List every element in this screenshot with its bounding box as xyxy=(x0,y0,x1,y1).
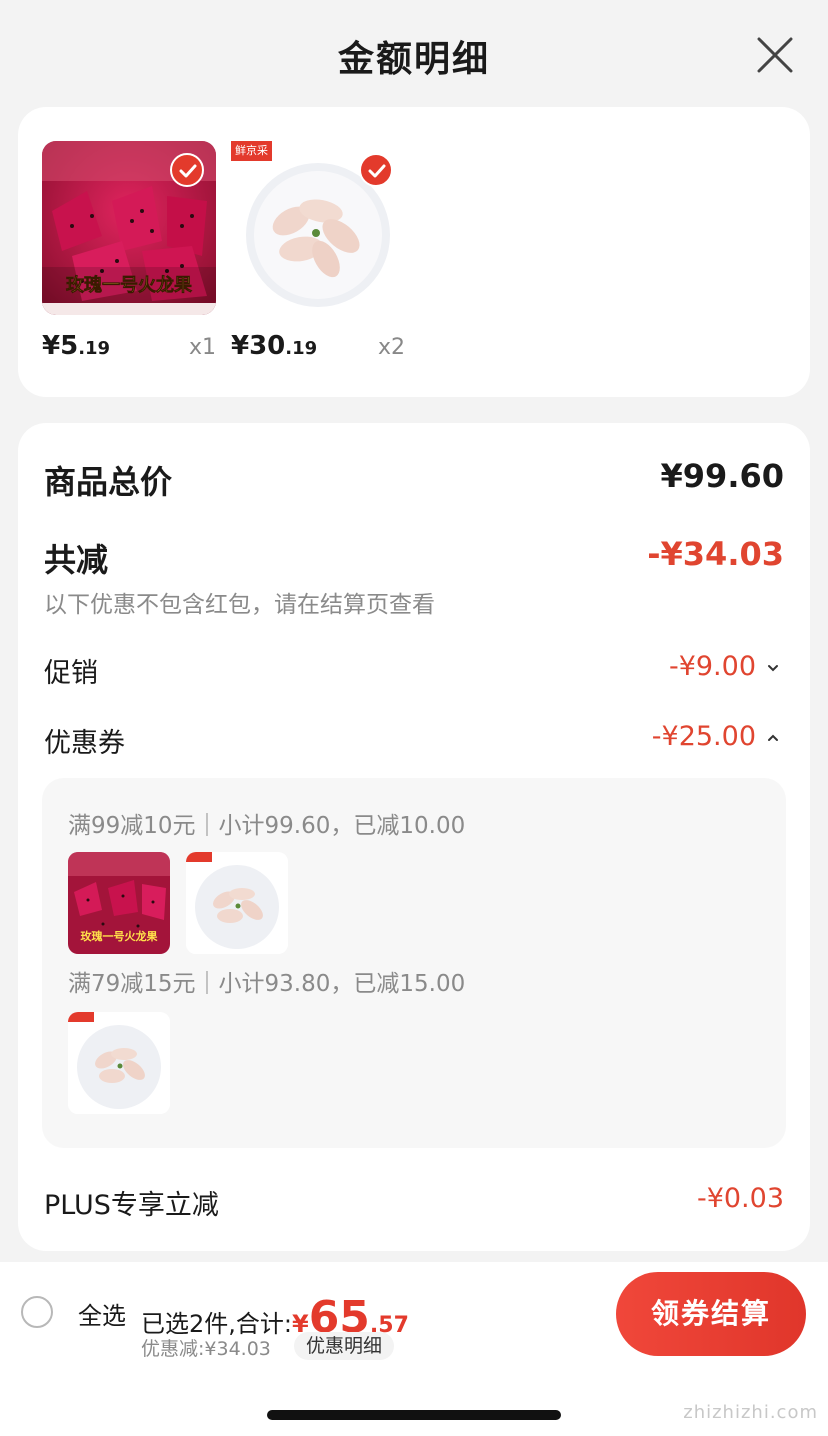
price-cents: .19 xyxy=(78,338,111,359)
coupon-label: 优惠券 xyxy=(44,728,125,759)
promo-label: 促销 xyxy=(44,658,98,689)
page-title: 金额明细 xyxy=(337,39,490,80)
goods-total-value: ¥99.60 xyxy=(660,457,784,495)
product-price: ¥5.19 x1 xyxy=(42,331,216,361)
coupon-value: -¥25.00 xyxy=(651,721,756,752)
chicken-wings-thumb xyxy=(186,852,288,954)
price-cents: .19 xyxy=(285,338,318,359)
home-indicator xyxy=(267,1410,561,1420)
plus-discount-value: -¥0.03 xyxy=(696,1183,784,1214)
discount-detail-button[interactable]: 优惠明细 xyxy=(294,1332,395,1360)
watermark: zhizhizhi.com xyxy=(683,1402,818,1423)
discount-notice: 以下优惠不包含红包，请在结算页查看 xyxy=(44,592,435,618)
promo-value: -¥9.00 xyxy=(668,651,756,682)
brand-tag: 鲜京采 xyxy=(231,141,272,161)
coupon-rule: 满99减10元｜小计99.60，已减10.00 xyxy=(68,813,466,839)
checkout-button[interactable]: 领券结算 xyxy=(616,1272,806,1356)
price-detail-card: 商品总价 ¥99.60 共减 -¥34.03 以下优惠不包含红包，请在结算页查看… xyxy=(18,423,810,1251)
total-reduce-value: -¥34.03 xyxy=(647,535,784,573)
svg-text:玫瑰一号火龙果: 玫瑰一号火龙果 xyxy=(66,274,193,296)
coupon-rule: 满79减15元｜小计93.80，已减15.00 xyxy=(68,971,466,997)
chevron-down-icon xyxy=(768,665,778,672)
plus-discount-label: PLUS专享立减 xyxy=(44,1190,219,1221)
goods-total-label: 商品总价 xyxy=(44,463,173,501)
dragon-fruit-thumb: 玫瑰一号火龙果 xyxy=(68,852,170,954)
discount-total: 优惠减:¥34.03 xyxy=(141,1338,271,1360)
svg-text:玫瑰一号火龙果: 玫瑰一号火龙果 xyxy=(81,929,158,943)
checkout-bar: 全选 已选2件,合计:¥65.57 优惠减:¥34.03 优惠明细 领券结算 z… xyxy=(0,1262,828,1436)
checked-icon[interactable] xyxy=(359,153,393,187)
promo-row-toggle[interactable]: -¥9.00 xyxy=(669,651,780,682)
select-all-radio[interactable] xyxy=(21,1296,53,1328)
product-quantity: x2 xyxy=(377,335,405,360)
product-card: 玫瑰一号火龙果 ¥5.19 x1 鲜京采 ¥30.19 x2 xyxy=(18,107,810,397)
chicken-wings-thumb xyxy=(68,1012,170,1114)
header: 金额明细 xyxy=(0,0,828,110)
coupon-detail-panel: 满99减10元｜小计99.60，已减10.00 玫瑰一号火龙果 满79减15元｜… xyxy=(42,778,786,1148)
price-integer: ¥30 xyxy=(231,331,286,361)
price-integer: ¥5 xyxy=(42,331,79,361)
product-quantity: x1 xyxy=(188,335,216,360)
checked-icon[interactable] xyxy=(170,153,204,187)
close-icon[interactable] xyxy=(754,34,796,76)
chevron-up-icon xyxy=(768,734,778,741)
coupon-row-toggle[interactable]: -¥25.00 xyxy=(652,721,780,752)
product-price: ¥30.19 x2 xyxy=(231,331,405,361)
select-all-label[interactable]: 全选 xyxy=(78,1296,126,1331)
total-reduce-label: 共减 xyxy=(44,541,109,579)
